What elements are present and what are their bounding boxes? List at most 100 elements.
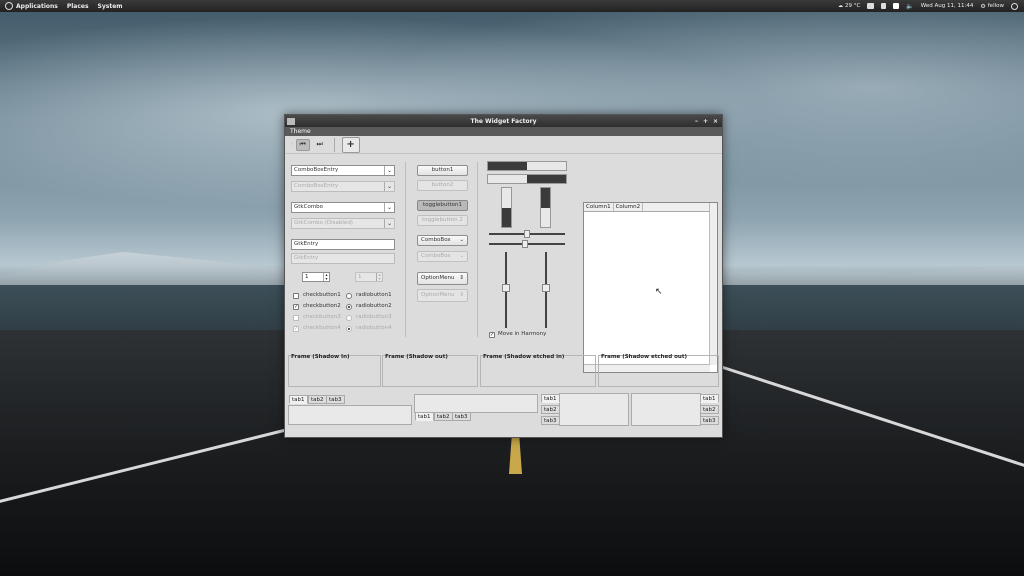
column1-header[interactable]: Column1 (584, 203, 614, 211)
gtk-combo[interactable]: GtkCombo ⌄ (291, 202, 395, 213)
move-in-harmony-label[interactable]: Move in Harmony (498, 331, 546, 337)
notebook-top-tab1[interactable]: tab1 (289, 395, 308, 404)
updates-icon[interactable] (893, 3, 900, 9)
gtk-combo-text: GtkCombo (294, 204, 324, 210)
radiobutton2-label[interactable]: radiobutton2 (356, 303, 392, 309)
notebook-left-tab2[interactable]: tab2 (541, 405, 560, 414)
option-menu[interactable]: OptionMenu ⇕ (417, 272, 468, 285)
combobox-label: ComboBox (421, 237, 451, 243)
option-menu-disabled-label: OptionMenu (421, 292, 455, 298)
frame-shadow-in: Frame (Shadow In) (288, 354, 381, 387)
hscale-slider-2[interactable] (522, 240, 528, 248)
frame-shadow-etched-out: Frame (Shadow etched out) (598, 354, 719, 387)
progress-bar-fill (502, 207, 511, 227)
frame-shadow-out: Frame (Shadow out) (382, 354, 478, 387)
mouse-cursor-icon: ↖ (655, 287, 663, 297)
notebook-right-tab3[interactable]: tab3 (700, 416, 719, 425)
toolbar-handle[interactable]: ⁝ (291, 142, 293, 148)
add-icon[interactable]: + (341, 136, 360, 153)
notebook-left-tab1[interactable]: tab1 (541, 394, 560, 403)
frame-shadow-out-title: Frame (Shadow out) (385, 354, 448, 360)
weather-temperature: 29 °C (844, 3, 861, 9)
notebook-tabs-right (631, 393, 701, 426)
weather-icon: ☁ (837, 3, 843, 9)
applications-menu[interactable]: Applications (5, 2, 58, 10)
radiobutton2-circle[interactable] (346, 304, 352, 310)
gtk-entry[interactable]: GtkEntry (291, 239, 395, 250)
user-name: fellow (987, 3, 1004, 9)
places-menu[interactable]: Places (67, 3, 89, 10)
tree-vertical-scrollbar[interactable] (709, 203, 717, 365)
power-icon[interactable] (1011, 2, 1018, 10)
chevron-down-icon[interactable]: ⌄ (384, 166, 394, 175)
checkbutton2-box[interactable]: ✓ (293, 304, 299, 310)
checkbutton3-label: checkbutton3 (303, 314, 341, 320)
spin-button[interactable]: 1 ▴ ▾ (302, 272, 330, 282)
volume-icon[interactable]: 🔈 (906, 3, 913, 10)
notebook-right-tab2[interactable]: tab2 (700, 405, 719, 414)
radiobutton1-label[interactable]: radiobutton1 (356, 292, 392, 298)
progress-bar-horizontal (487, 161, 567, 171)
spin-arrows-icon[interactable]: ▴ ▾ (323, 273, 329, 281)
goto-last-icon[interactable]: ⏭ (313, 139, 327, 151)
notebook-top-tab2[interactable]: tab2 (308, 395, 327, 404)
window-title: The Widget Factory (470, 117, 537, 125)
menubar: Theme (285, 127, 722, 136)
notebook-bottom-tab3[interactable]: tab3 (452, 412, 471, 421)
vscale-slider[interactable] (502, 284, 510, 292)
combobox-entry-disabled: ComboBoxEntry ⌄ (291, 181, 395, 192)
button1[interactable]: button1 (417, 165, 468, 176)
notebook-top-tab3[interactable]: tab3 (326, 395, 345, 404)
minimize-button[interactable]: – (695, 118, 698, 125)
applications-menu-label: Applications (16, 2, 58, 10)
chevron-down-icon[interactable]: ⌄ (384, 203, 394, 212)
togglebutton2: togglebutton 2 (417, 215, 468, 226)
user-menu[interactable]: ⚙ fellow (980, 3, 1004, 10)
theme-menu[interactable]: Theme (290, 128, 311, 135)
checkbutton2-label[interactable]: checkbutton2 (303, 303, 341, 309)
progress-bar-vertical-inverted (540, 187, 551, 228)
option-menu-disabled: OptionMenu ⇕ (417, 289, 468, 302)
spin-button-value: 1 (305, 274, 309, 280)
progress-bar-horizontal-inverted (487, 174, 567, 184)
combobox-entry-text: ComboBoxEntry (294, 167, 339, 173)
up-down-arrows-icon: ⇕ (459, 292, 464, 298)
notebook-bottom-tab2[interactable]: tab2 (434, 412, 453, 421)
checkbutton1-label[interactable]: checkbutton1 (303, 292, 341, 298)
close-button[interactable]: × (713, 118, 718, 125)
chevron-down-icon: ⌄ (459, 237, 464, 243)
radiobutton3-label: radiobutton3 (356, 314, 392, 320)
column2-header[interactable]: Column2 (614, 203, 644, 211)
notebook-left-tab3[interactable]: tab3 (541, 416, 560, 425)
hscale-slider[interactable] (524, 230, 530, 238)
notebook-right-tab1[interactable]: tab1 (700, 394, 719, 403)
chevron-down-icon: ⌄ (459, 253, 464, 259)
move-in-harmony-checkbox[interactable]: ✓ (489, 332, 495, 338)
content-area: ComboBoxEntry ⌄ ComboBoxEntry ⌄ GtkCombo… (285, 154, 722, 437)
system-menu[interactable]: System (98, 3, 123, 10)
maximize-button[interactable]: + (703, 118, 708, 125)
spin-button-disabled: 1 ▴ ▾ (355, 272, 383, 282)
gtk-combo-disabled: GtkCombo (Disabled) ⌄ (291, 218, 395, 229)
combobox-entry[interactable]: ComboBoxEntry ⌄ (291, 165, 395, 176)
goto-first-icon[interactable]: ⏮ (295, 138, 310, 151)
checkbutton1-box[interactable] (293, 293, 299, 299)
user-icon: ⚙ (980, 2, 986, 10)
progress-bar-fill (541, 188, 550, 208)
checkbutton4-label: checkbutton4 (303, 325, 341, 331)
network-icon[interactable] (881, 3, 887, 9)
toolbar: ⁝ ⏮ ⏭ + (285, 136, 722, 154)
vscale-slider-2[interactable] (542, 284, 550, 292)
radiobutton1-circle[interactable] (346, 293, 352, 299)
widget-factory-window: The Widget Factory – + × Theme ⁝ ⏮ ⏭ + C… (284, 114, 723, 438)
notebook-tabs-left (559, 393, 629, 426)
notebook-bottom-tab1[interactable]: tab1 (415, 412, 434, 421)
gtk-entry-disabled-text: GtkEntry (294, 255, 319, 261)
clock[interactable]: Wed Aug 11, 11:44 (921, 3, 974, 9)
tree-view[interactable]: Column1 Column2 ↖ (583, 202, 718, 373)
battery-icon[interactable] (867, 3, 875, 9)
combobox[interactable]: ComboBox ⌄ (417, 235, 468, 246)
weather-applet[interactable]: ☁ 29 °C (838, 3, 860, 9)
window-titlebar[interactable]: The Widget Factory – + × (285, 115, 722, 127)
togglebutton1[interactable]: togglebutton1 (417, 200, 468, 211)
